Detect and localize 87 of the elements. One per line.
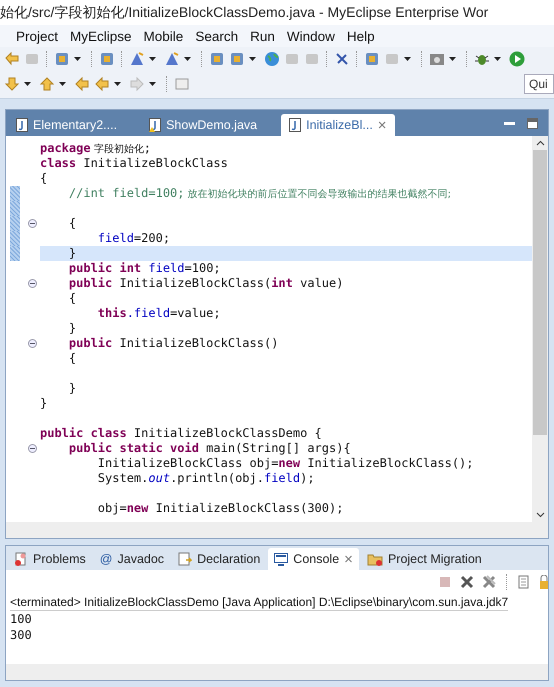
lock-icon[interactable] [540, 575, 548, 589]
dropdown-arrow-icon[interactable] [24, 82, 31, 86]
code-line: System.out.println(obj.field); [96, 471, 316, 486]
toolbar-icon[interactable] [99, 50, 115, 66]
fold-icon[interactable] [28, 444, 37, 453]
dropdown-arrow-icon[interactable] [404, 56, 411, 60]
problems-icon [14, 552, 28, 566]
quick-access-field[interactable]: Qui [524, 74, 554, 94]
code-line: } [40, 396, 48, 411]
view-tab[interactable]: Declaration [172, 548, 266, 570]
run-icon[interactable] [509, 50, 525, 66]
window-icon[interactable] [174, 76, 190, 92]
toolbar-icon[interactable] [164, 50, 180, 66]
close-button[interactable]: × [378, 116, 387, 134]
dropdown-arrow-icon[interactable] [184, 56, 191, 60]
toolbar-icon[interactable] [334, 50, 350, 66]
menu-item[interactable]: Search [189, 28, 244, 44]
code-line: { [68, 291, 78, 306]
globe-icon[interactable] [264, 50, 280, 66]
code-line: { [68, 216, 78, 231]
toolbar-icon[interactable] [129, 50, 145, 66]
view-tab[interactable]: Problems [8, 548, 92, 570]
code-line: public InitializeBlockClass() [68, 336, 280, 351]
toolbar-icon[interactable] [364, 50, 380, 66]
horizontal-scrollbar[interactable] [6, 522, 548, 538]
view-tab[interactable]: Console × [268, 548, 359, 570]
code-line: obj=new InitializeBlockClass(300); [96, 501, 344, 516]
scrollbar-thumb[interactable] [533, 150, 547, 435]
dropdown-arrow-icon[interactable] [249, 56, 256, 60]
toolbar-icon[interactable] [209, 50, 225, 66]
at-sign-icon: @ [100, 552, 112, 566]
code-line: public InitializeBlockClass(int value) [68, 276, 344, 291]
fold-icon[interactable] [28, 279, 37, 288]
console-output: 300 [10, 627, 33, 643]
code-line: } [68, 321, 78, 336]
menu-item[interactable]: Run [244, 28, 281, 44]
code-line: this.field=value; [96, 306, 222, 321]
document-icon [178, 552, 192, 566]
view-tab[interactable]: Project Migration [360, 548, 488, 570]
code-line: //int field=100; 放在初始化块的前后位置不同会导致输出的结果也截然不同; [68, 186, 452, 201]
vertical-scrollbar[interactable] [532, 136, 548, 522]
dropdown-arrow-icon[interactable] [449, 56, 456, 60]
java-file-icon [149, 118, 162, 132]
menu-item[interactable]: Mobile [138, 28, 190, 44]
fold-icon[interactable] [28, 339, 37, 348]
java-file-icon [289, 118, 302, 132]
arrow-icon[interactable] [4, 50, 20, 66]
dropdown-arrow-icon[interactable] [74, 56, 81, 60]
dropdown-arrow-icon[interactable] [149, 82, 156, 86]
editor-tab[interactable]: ShowDemo.java [141, 114, 266, 136]
code-line: public class InitializeBlockClassDemo { [40, 426, 323, 441]
code-line: class InitializeBlockClass [40, 156, 229, 171]
close-button[interactable]: × [344, 550, 353, 568]
console-header: <terminated> InitializeBlockClassDemo [Java Application] D:\Eclipse\binary\com.sun.java.jdk7 [10, 594, 508, 611]
menu-item[interactable]: MyEclipse [64, 28, 138, 44]
dropdown-arrow-icon[interactable] [59, 82, 66, 86]
scroll-up-icon[interactable] [536, 140, 544, 146]
java-file-icon [16, 118, 28, 132]
code-line: field=200; [96, 231, 172, 246]
editor-tab[interactable]: Elementary2.... [8, 114, 126, 136]
code-line: public static void main(String[] args){ [68, 441, 352, 456]
minimize-icon[interactable] [504, 122, 515, 124]
console-output: 100 [10, 611, 33, 627]
maximize-icon[interactable] [527, 118, 538, 128]
arrow-icon[interactable] [74, 76, 90, 92]
menu-item[interactable]: Project [10, 28, 64, 44]
monitor-icon [274, 552, 288, 566]
code-line: } [68, 381, 78, 396]
dropdown-arrow-icon[interactable] [149, 56, 156, 60]
code-line: InitializeBlockClass obj=new InitializeBlockClass(); [96, 456, 474, 471]
view-tab[interactable]: @ Javadoc [94, 548, 170, 570]
code-line: { [40, 171, 48, 186]
scroll-down-icon[interactable] [536, 512, 544, 518]
remove-all-icon[interactable] [482, 575, 496, 589]
editor-tab[interactable]: InitializeBl... × [281, 114, 395, 136]
dropdown-arrow-icon[interactable] [494, 56, 501, 60]
fold-icon[interactable] [28, 219, 37, 228]
window-title: 始化/src/字段初始化/InitializeBlockClassDemo.java - MyEclipse Enterprise Wor [0, 4, 488, 22]
code-line: package 字段初始化; [40, 141, 152, 156]
code-line: public int field=100; [68, 261, 222, 276]
dropdown-arrow-icon[interactable] [114, 82, 121, 86]
folder-icon [366, 552, 383, 566]
horizontal-scrollbar[interactable] [6, 664, 548, 680]
menu-item[interactable]: Window [280, 28, 341, 44]
remove-icon[interactable] [460, 575, 474, 589]
menu-item[interactable]: Help [340, 28, 381, 44]
code-line: { [68, 351, 78, 366]
